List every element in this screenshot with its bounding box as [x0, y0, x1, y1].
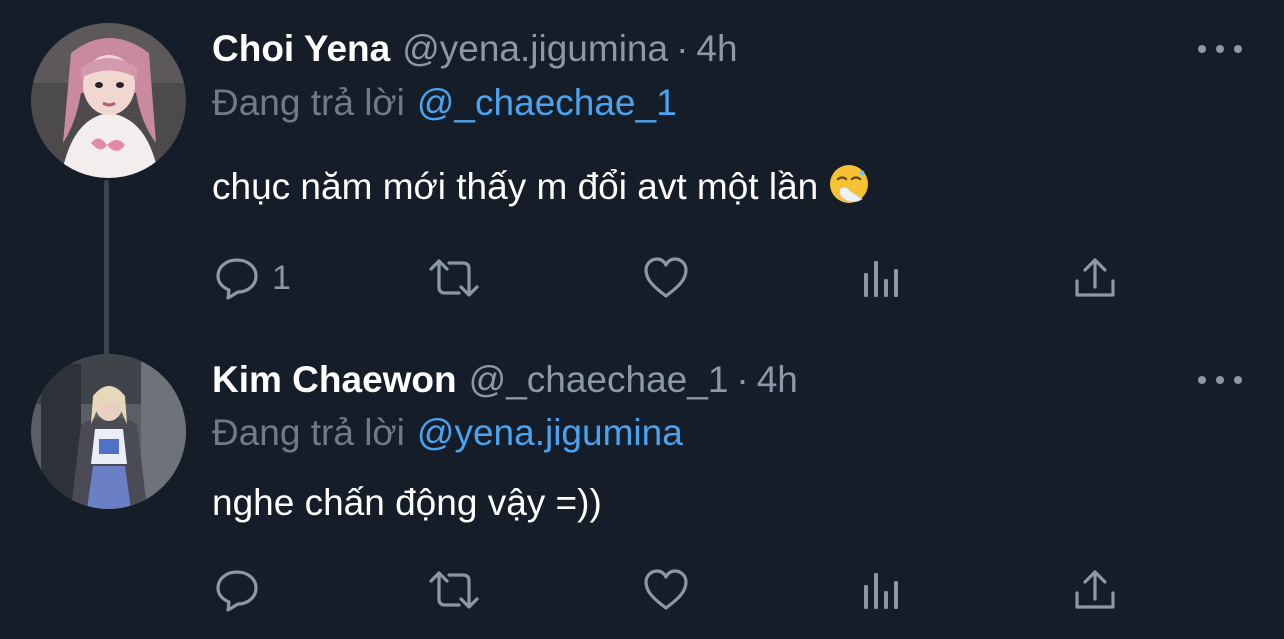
- sneezing-face-icon: [828, 163, 870, 218]
- like-button[interactable]: [642, 253, 690, 303]
- share-icon[interactable]: [1073, 255, 1117, 301]
- reply-count: 1: [272, 258, 291, 297]
- tweet[interactable]: Kim Chaewon @_chaechae_1 · 4h Đang trả lời @…: [0, 330, 1284, 639]
- separator-dot: ·: [736, 359, 749, 400]
- display-name[interactable]: Kim Chaewon: [212, 359, 457, 400]
- analytics-icon[interactable]: [860, 567, 904, 613]
- tweet-header: Choi Yena @yena.jigumina · 4h: [212, 24, 738, 74]
- share-icon[interactable]: [1073, 567, 1117, 613]
- like-button[interactable]: [642, 565, 690, 615]
- share-button[interactable]: [1073, 565, 1117, 615]
- reply-context: Đang trả lời @_chaechae_1: [212, 78, 677, 128]
- user-handle[interactable]: @_chaechae_1: [469, 359, 729, 400]
- analytics-button[interactable]: [860, 565, 904, 615]
- reply-prefix: Đang trả lời: [212, 412, 405, 453]
- share-button[interactable]: [1073, 253, 1117, 303]
- like-icon[interactable]: [642, 255, 690, 301]
- retweet-icon[interactable]: [427, 255, 481, 301]
- tweet-text-content: chục năm mới thấy m đổi avt một lần: [212, 166, 819, 207]
- reply-context: Đang trả lời @yena.jigumina: [212, 408, 683, 458]
- reply-icon[interactable]: [214, 567, 260, 613]
- display-name[interactable]: Choi Yena: [212, 28, 390, 69]
- more-icon[interactable]: [1198, 370, 1242, 390]
- action-bar: [0, 565, 1284, 615]
- analytics-button[interactable]: [860, 253, 904, 303]
- reply-prefix: Đang trả lời: [212, 82, 405, 123]
- tweet-text-content: nghe chấn động vậy =)): [212, 482, 602, 523]
- analytics-icon[interactable]: [860, 255, 904, 301]
- like-icon[interactable]: [642, 567, 690, 613]
- tweet-text: nghe chấn động vậy =)): [212, 478, 602, 528]
- avatar[interactable]: [31, 354, 186, 509]
- reply-button[interactable]: [214, 565, 272, 615]
- separator-dot: ·: [676, 28, 689, 69]
- tweet[interactable]: Choi Yena @yena.jigumina · 4h Đang trả lời @…: [0, 0, 1284, 330]
- reply-mention-link[interactable]: @yena.jigumina: [417, 412, 683, 453]
- more-icon[interactable]: [1198, 39, 1242, 59]
- reply-mention-link[interactable]: @_chaechae_1: [417, 82, 677, 123]
- reply-icon[interactable]: [214, 255, 260, 301]
- retweet-button[interactable]: [427, 253, 481, 303]
- user-handle[interactable]: @yena.jigumina: [402, 28, 668, 69]
- avatar[interactable]: [31, 23, 186, 178]
- reply-button[interactable]: 1: [214, 253, 291, 303]
- timestamp[interactable]: 4h: [757, 359, 798, 400]
- retweet-icon[interactable]: [427, 567, 481, 613]
- timestamp[interactable]: 4h: [696, 28, 737, 69]
- tweet-header: Kim Chaewon @_chaechae_1 · 4h: [212, 355, 798, 405]
- tweet-text: chục năm mới thấy m đổi avt một lần: [212, 162, 870, 218]
- action-bar: 1: [0, 253, 1284, 303]
- retweet-button[interactable]: [427, 565, 481, 615]
